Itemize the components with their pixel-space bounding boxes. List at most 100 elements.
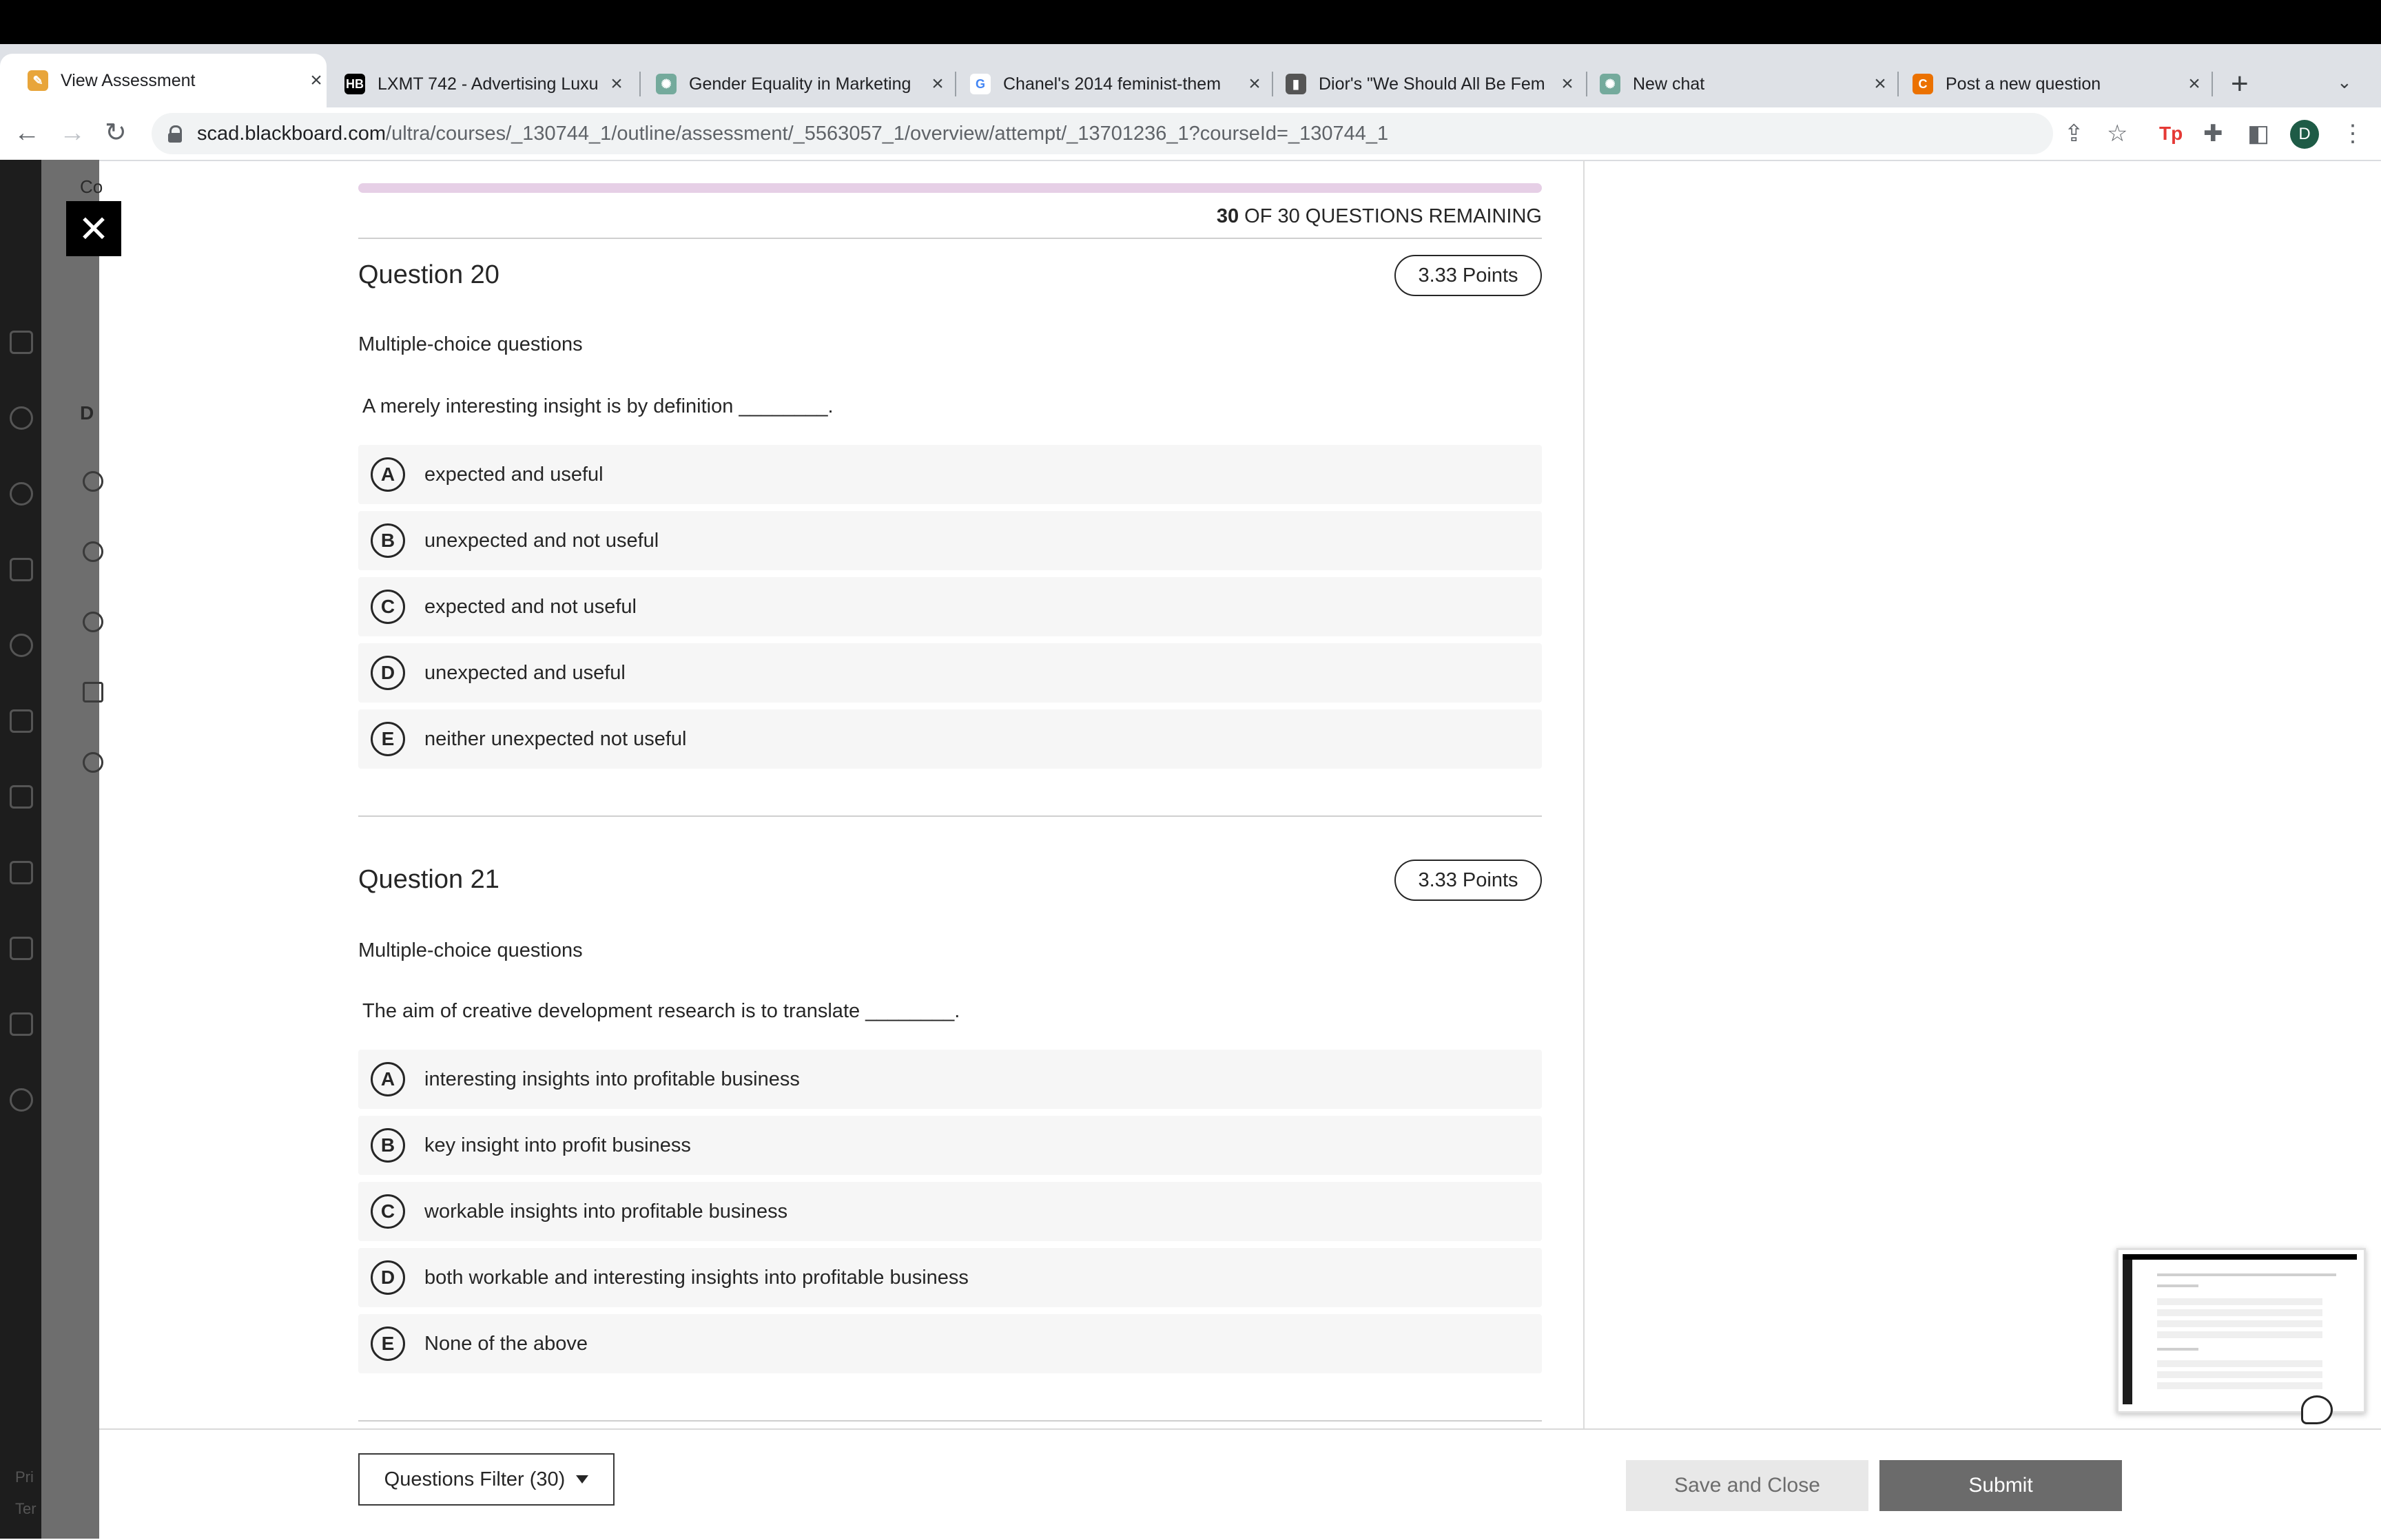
google-icon: G xyxy=(970,74,991,94)
blackboard-pencil-icon: ✎ xyxy=(28,70,48,91)
question-title: Question 20 xyxy=(358,260,499,289)
edit-icon xyxy=(10,1012,33,1036)
save-and-close-button[interactable]: Save and Close xyxy=(1626,1460,1868,1511)
extension-tp-icon[interactable]: Tp xyxy=(2159,117,2183,150)
new-tab-button[interactable]: + xyxy=(2231,66,2249,102)
option-text: expected and useful xyxy=(424,463,604,486)
globe-icon xyxy=(10,482,33,506)
divider xyxy=(358,238,1542,239)
thumbnail-line xyxy=(2157,1382,2322,1389)
thumbnail-line xyxy=(2157,1360,2322,1367)
forward-icon[interactable]: → xyxy=(59,116,85,150)
os-top-bar xyxy=(0,0,2381,44)
help-chat-icon[interactable] xyxy=(2301,1395,2333,1424)
tab-separator xyxy=(1272,72,1273,96)
browser-tab[interactable]: ✎ View Assessment × xyxy=(0,54,327,107)
screen-preview-thumbnail[interactable] xyxy=(2116,1248,2366,1413)
option-text: both workable and interesting insights i… xyxy=(424,1266,969,1289)
close-icon[interactable]: × xyxy=(2184,72,2205,96)
points-badge: 3.33 Points xyxy=(1394,860,1542,901)
questions-filter-dropdown[interactable]: Questions Filter (30) xyxy=(358,1453,615,1506)
question-type: Multiple-choice questions xyxy=(358,939,583,961)
thumbnail-line xyxy=(2157,1371,2322,1378)
browser-tab[interactable]: G Chanel's 2014 feminist-them × xyxy=(970,67,1265,101)
browser-tab[interactable]: ✺ New chat × xyxy=(1600,67,1890,101)
answer-option-d[interactable]: D both workable and interesting insights… xyxy=(358,1248,1542,1307)
back-icon[interactable]: ← xyxy=(14,116,40,150)
browser-tab[interactable]: ✺ Gender Equality in Marketing × xyxy=(656,67,948,101)
option-text: workable insights into profitable busine… xyxy=(424,1200,788,1222)
tab-separator xyxy=(2212,72,2213,96)
grades-icon xyxy=(10,861,33,884)
course-panel-header: Co xyxy=(80,176,103,197)
content-divider xyxy=(1583,160,1585,1428)
browser-tab[interactable]: HB LXMT 742 - Advertising Luxu × xyxy=(344,67,627,101)
tab-separator xyxy=(639,72,641,96)
tab-title: New chat xyxy=(1633,74,1705,94)
option-text: None of the above xyxy=(424,1332,588,1355)
close-icon[interactable]: × xyxy=(1244,72,1265,96)
answer-option-a[interactable]: A interesting insights into profitable b… xyxy=(358,1050,1542,1109)
tab-title: View Assessment xyxy=(61,70,196,90)
star-icon[interactable]: ☆ xyxy=(2107,117,2127,150)
lock-icon xyxy=(168,125,182,143)
reload-icon[interactable]: ↻ xyxy=(105,116,127,150)
tab-title: LXMT 742 - Advertising Luxu xyxy=(378,74,599,94)
submit-button[interactable]: Submit xyxy=(1879,1460,2122,1511)
answer-option-b[interactable]: B key insight into profit business xyxy=(358,1116,1542,1175)
close-icon[interactable]: × xyxy=(1557,72,1578,96)
close-icon[interactable]: × xyxy=(606,72,627,96)
chatgpt-icon: ✺ xyxy=(1600,74,1620,94)
caret-down-icon xyxy=(576,1475,589,1484)
close-icon[interactable]: × xyxy=(306,69,327,92)
answer-option-e[interactable]: E None of the above xyxy=(358,1314,1542,1373)
question-text: The aim of creative development research… xyxy=(362,1000,960,1022)
side-panel-icon[interactable]: ◧ xyxy=(2247,117,2269,150)
close-icon[interactable]: × xyxy=(1870,72,1890,96)
answer-option-c[interactable]: C expected and not useful xyxy=(358,577,1542,636)
question-title: Question 21 xyxy=(358,865,499,894)
url-host: scad.blackboard.com xyxy=(197,122,386,145)
browser-tab[interactable]: ▮ Dior's "We Should All Be Fem × xyxy=(1286,67,1578,101)
chevron-down-icon[interactable]: ⌄ xyxy=(2337,72,2352,93)
option-letter: A xyxy=(371,1062,405,1096)
sign-out-icon xyxy=(10,1088,33,1112)
thumbnail-line xyxy=(2157,1273,2336,1276)
close-icon[interactable]: × xyxy=(927,72,948,96)
answer-option-b[interactable]: B unexpected and not useful xyxy=(358,511,1542,570)
option-letter: C xyxy=(371,1194,405,1229)
answer-option-a[interactable]: A expected and useful xyxy=(358,445,1542,504)
answer-option-d[interactable]: D unexpected and useful xyxy=(358,643,1542,703)
option-letter: D xyxy=(371,1260,405,1295)
tab-separator xyxy=(1586,72,1587,96)
option-text: key insight into profit business xyxy=(424,1134,691,1156)
person-icon xyxy=(83,471,103,492)
tab-separator xyxy=(955,72,956,96)
share-icon[interactable]: ⇪ xyxy=(2064,117,2084,150)
option-letter: A xyxy=(371,457,405,492)
thumbnail-line xyxy=(2157,1320,2322,1327)
hb-icon: HB xyxy=(344,74,365,94)
kebab-menu-icon[interactable]: ⋮ xyxy=(2341,117,2364,150)
profile-avatar[interactable]: D xyxy=(2290,120,2319,149)
check-icon xyxy=(83,541,103,562)
option-text: neither unexpected not useful xyxy=(424,727,687,750)
url-path: /ultra/courses/_130744_1/outline/assessm… xyxy=(386,122,1389,145)
remaining-count: 30 xyxy=(1216,205,1239,227)
blackboard-course-panel xyxy=(41,160,99,1539)
close-assessment-button[interactable]: ✕ xyxy=(66,201,121,256)
browser-tab[interactable]: C Post a new question × xyxy=(1913,67,2205,101)
thumbnail-sidebar xyxy=(2123,1260,2132,1404)
puzzle-icon[interactable]: ✚ xyxy=(2203,117,2223,150)
url-field[interactable]: scad.blackboard.com/ultra/courses/_13074… xyxy=(152,113,2053,154)
course-panel-section: D xyxy=(80,402,94,424)
wrench-icon xyxy=(83,752,103,773)
institution-icon xyxy=(10,331,33,354)
answer-option-c[interactable]: C workable insights into profitable busi… xyxy=(358,1182,1542,1241)
option-text: expected and not useful xyxy=(424,595,637,618)
answer-option-e[interactable]: E neither unexpected not useful xyxy=(358,709,1542,769)
people-icon xyxy=(83,612,103,632)
option-letter: C xyxy=(371,590,405,624)
question-text: A merely interesting insight is by defin… xyxy=(362,395,834,417)
groups-icon xyxy=(10,634,33,657)
